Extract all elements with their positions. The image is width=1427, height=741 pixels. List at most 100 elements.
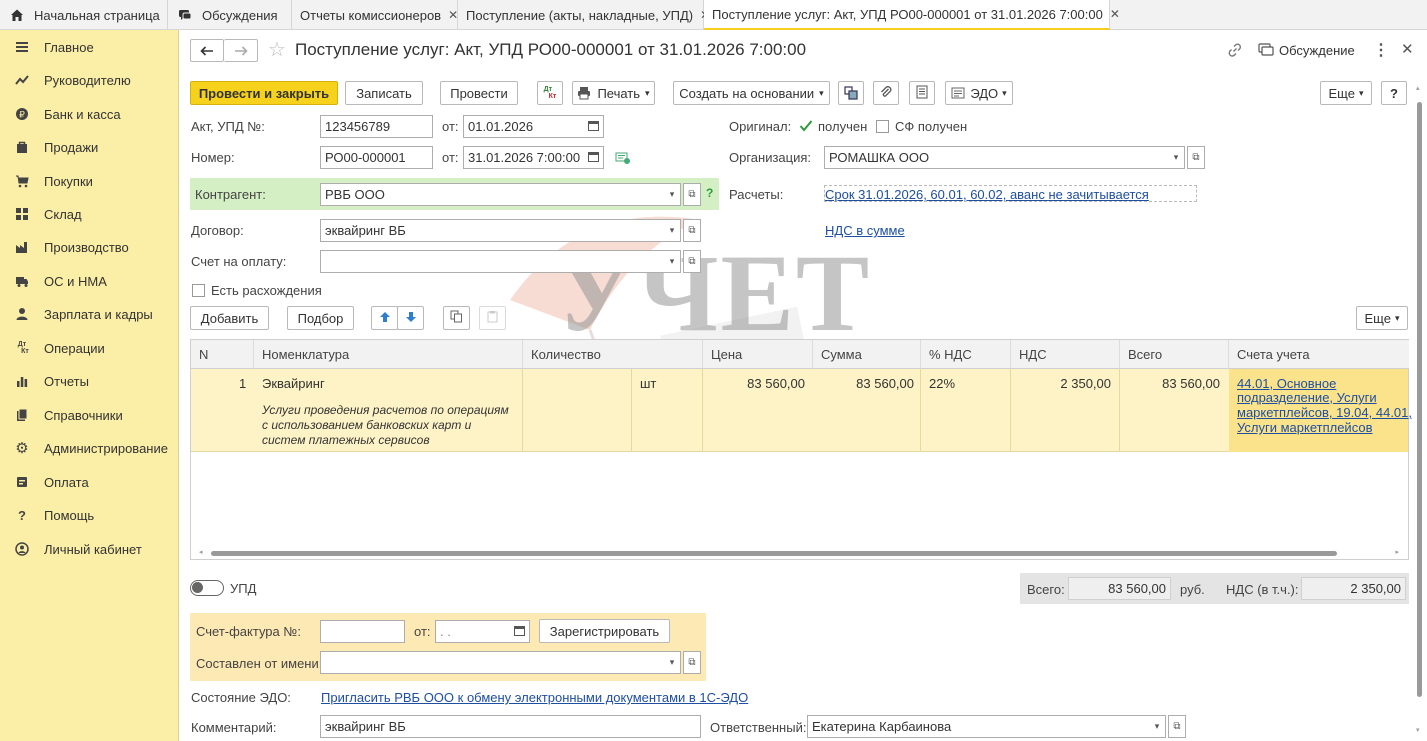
sidebar-item-help[interactable]: ? Помощь	[0, 503, 179, 527]
sidebar-item-sales[interactable]: Продажи	[0, 135, 179, 159]
select-button[interactable]: Подбор	[287, 306, 354, 330]
invoice-payment-dropdown[interactable]: ▾	[664, 250, 681, 273]
tab-discussions[interactable]: Обсуждения	[168, 0, 292, 30]
row-accounts-link[interactable]: маркетплейсов, 19.04, 44.01,	[1237, 405, 1412, 420]
invoice-payment-open-button[interactable]: ⧉	[683, 250, 701, 273]
vat-in-sum-link[interactable]: НДС в сумме	[825, 223, 905, 238]
sidebar-item-catalogs[interactable]: Справочники	[0, 403, 179, 427]
upd-toggle[interactable]	[190, 580, 224, 596]
move-down-button[interactable]	[397, 306, 424, 330]
sidebar-item-production[interactable]: Производство	[0, 235, 179, 259]
sidebar-item-account[interactable]: Личный кабинет	[0, 537, 179, 561]
question-icon[interactable]: ?	[706, 186, 713, 200]
contractor-dropdown[interactable]: ▾	[664, 183, 681, 206]
kebab-menu-icon[interactable]: ⋮	[1373, 40, 1389, 60]
column-header-item[interactable]: Номенклатура	[254, 340, 523, 369]
discrepancy-checkbox[interactable]	[192, 284, 205, 297]
row-accounts-link[interactable]: подразделение, Услуги	[1237, 390, 1377, 405]
sidebar-item-reports[interactable]: Отчеты	[0, 369, 179, 393]
contractor-input[interactable]: РВБ ООО	[320, 183, 665, 206]
tab-commission-reports[interactable]: Отчеты комиссионеров ✕	[292, 0, 458, 30]
discussion-button[interactable]: Обсуждение	[1258, 42, 1355, 58]
column-header-total[interactable]: Всего	[1120, 340, 1229, 369]
sidebar-item-bank[interactable]: ₽ Банк и касса	[0, 102, 179, 126]
post-and-close-button[interactable]: Провести и закрыть	[190, 81, 338, 105]
invoice-number-input[interactable]	[320, 620, 405, 643]
issued-by-open-button[interactable]: ⧉	[683, 651, 701, 674]
copy-row-button[interactable]	[443, 306, 470, 330]
act-date-input[interactable]: 01.01.2026	[463, 115, 585, 138]
dt-kt-button[interactable]: Дт Кт	[537, 81, 563, 105]
sidebar-item-payment[interactable]: Оплата	[0, 470, 179, 494]
tab-receipts[interactable]: Поступление (акты, накладные, УПД) ✕	[458, 0, 710, 30]
column-header-quantity[interactable]: Количество	[523, 340, 703, 369]
column-header-accounts[interactable]: Счета учета	[1229, 340, 1409, 369]
organization-open-button[interactable]: ⧉	[1187, 146, 1205, 169]
close-icon[interactable]: ✕	[1401, 40, 1414, 58]
table-more-button[interactable]: Еще ▾	[1356, 306, 1408, 330]
issued-by-dropdown[interactable]: ▾	[664, 651, 681, 674]
star-icon[interactable]: ☆	[268, 39, 286, 61]
original-received-checkbox[interactable]	[799, 119, 813, 132]
document-button[interactable]	[909, 81, 935, 105]
contract-open-button[interactable]: ⧉	[683, 219, 701, 242]
contractor-open-button[interactable]: ⧉	[683, 183, 701, 206]
number-input[interactable]: РО00-000001	[320, 146, 433, 169]
sidebar-item-warehouse[interactable]: Склад	[0, 202, 179, 226]
responsible-open-button[interactable]: ⧉	[1168, 715, 1186, 738]
back-button[interactable]	[190, 39, 224, 62]
column-header-sum[interactable]: Сумма	[813, 340, 921, 369]
tab-home[interactable]: Начальная страница	[0, 0, 168, 30]
invoice-payment-input[interactable]	[320, 250, 665, 273]
comment-input[interactable]: эквайринг ВБ	[320, 715, 701, 738]
sidebar-item-salary[interactable]: Зарплата и кадры	[0, 302, 179, 326]
move-up-button[interactable]	[371, 306, 398, 330]
calendar-button[interactable]	[584, 115, 604, 138]
link-icon[interactable]	[1227, 42, 1243, 58]
edo-button[interactable]: ЭДО ▾	[945, 81, 1013, 105]
sidebar-item-main[interactable]: Главное	[0, 35, 179, 59]
calendar-button[interactable]	[584, 146, 604, 169]
more-button[interactable]: Еще ▾	[1320, 81, 1372, 105]
save-button[interactable]: Записать	[345, 81, 423, 105]
sidebar-item-operations[interactable]: Дт Кт Операции	[0, 336, 179, 360]
organization-dropdown[interactable]: ▾	[1168, 146, 1185, 169]
tab-current-document[interactable]: Поступление услуг: Акт, УПД РО00-000001 …	[704, 0, 1120, 30]
close-icon[interactable]: ✕	[1110, 7, 1120, 21]
table-row[interactable]: 1 Эквайринг Услуги проведения расчетов п…	[191, 369, 1412, 452]
contract-input[interactable]: эквайринг ВБ	[320, 219, 665, 242]
act-number-input[interactable]: 123456789	[320, 115, 433, 138]
issued-by-input[interactable]	[320, 651, 665, 674]
row-accounts-link[interactable]: 44.01, Основное	[1237, 376, 1336, 391]
sidebar-item-purchases[interactable]: Покупки	[0, 169, 179, 193]
doc-datetime-input[interactable]: 31.01.2026 7:00:00	[463, 146, 585, 169]
column-header-price[interactable]: Цена	[703, 340, 813, 369]
create-based-on-button[interactable]: Создать на основании ▾	[673, 81, 830, 105]
edo-invite-link[interactable]: Пригласить РВБ ООО к обмену электронными…	[321, 690, 748, 705]
register-button[interactable]: Зарегистрировать	[539, 619, 670, 643]
help-button[interactable]: ?	[1381, 81, 1407, 105]
structure-button[interactable]	[838, 81, 864, 105]
responsible-dropdown[interactable]: ▾	[1149, 715, 1166, 738]
organization-input[interactable]: РОМАШКА ООО	[824, 146, 1169, 169]
contract-dropdown[interactable]: ▾	[664, 219, 681, 242]
column-header-vat-rate[interactable]: % НДС	[921, 340, 1011, 369]
attach-button[interactable]	[873, 81, 899, 105]
responsible-input[interactable]: Екатерина Карбаинова	[807, 715, 1150, 738]
sidebar-item-admin[interactable]: ⚙ Администрирование	[0, 436, 179, 460]
row-accounts-link[interactable]: Услуги маркетплейсов	[1237, 420, 1372, 435]
post-button[interactable]: Провести	[440, 81, 518, 105]
print-button[interactable]: Печать ▾	[572, 81, 655, 105]
paste-row-button[interactable]	[479, 306, 506, 330]
invoice-date-input[interactable]: . .	[435, 620, 511, 643]
add-row-button[interactable]: Добавить	[190, 306, 269, 330]
horizontal-scrollbar[interactable]: ◂ ▸	[199, 548, 1399, 558]
close-icon[interactable]: ✕	[448, 8, 458, 22]
calendar-button[interactable]	[510, 620, 530, 643]
sidebar-item-manager[interactable]: Руководителю	[0, 68, 179, 92]
sidebar-item-assets[interactable]: ОС и НМА	[0, 269, 179, 293]
column-header-n[interactable]: N	[191, 340, 254, 369]
history-icon[interactable]	[615, 151, 631, 165]
forward-button[interactable]	[224, 39, 258, 62]
sf-received-checkbox[interactable]	[876, 120, 889, 133]
